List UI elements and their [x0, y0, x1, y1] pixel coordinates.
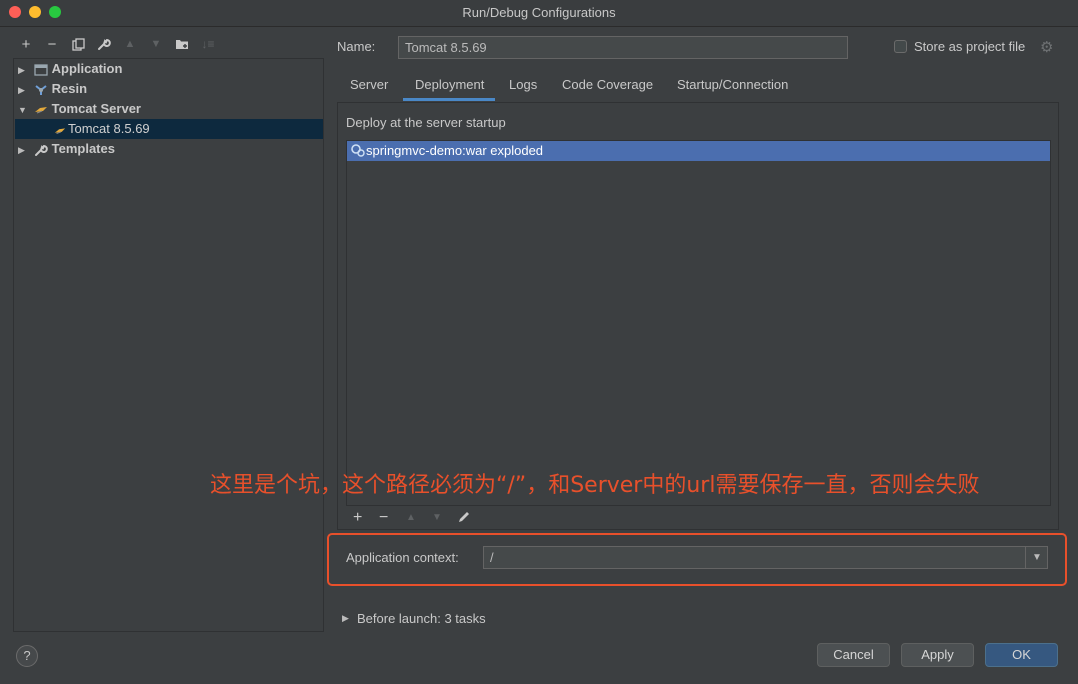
tree-item-templates[interactable]: ▶ Templates: [18, 139, 115, 159]
ok-button[interactable]: OK: [985, 643, 1058, 667]
new-folder-icon[interactable]: [173, 36, 191, 52]
name-label: Name:: [337, 39, 376, 54]
remove-icon[interactable]: −: [43, 36, 61, 53]
tab-logs[interactable]: Logs: [509, 76, 537, 101]
copy-icon[interactable]: [69, 36, 87, 52]
annotation-text: 这里是个坑，这个路径必须为“/”，和Server中的url需要保存一直，否则会失…: [210, 473, 980, 498]
tree-item-tomcat-8569[interactable]: Tomcat 8.5.69: [54, 119, 150, 139]
tab-code-coverage[interactable]: Code Coverage: [562, 76, 653, 101]
before-launch-label[interactable]: Before launch: 3 tasks: [357, 611, 486, 626]
gear-icon[interactable]: ⚙: [1040, 38, 1053, 56]
chevron-down-icon[interactable]: ▼: [1025, 547, 1048, 568]
move-down-icon[interactable]: ▼: [432, 512, 442, 523]
store-as-project-file-checkbox[interactable]: [894, 40, 907, 53]
window-title: Run/Debug Configurations: [462, 5, 616, 20]
apply-button[interactable]: Apply: [901, 643, 974, 667]
add-artifact-icon[interactable]: +: [353, 509, 362, 527]
edit-pencil-icon[interactable]: [457, 510, 471, 527]
tab-server[interactable]: Server: [350, 76, 388, 101]
deploy-item-label: springmvc-demo:war exploded: [366, 143, 544, 158]
application-icon: [33, 63, 48, 77]
move-down-icon[interactable]: ▼: [147, 36, 165, 52]
store-as-project-file-label[interactable]: Store as project file: [914, 39, 1025, 54]
help-button[interactable]: ?: [16, 645, 38, 667]
list-item[interactable]: springmvc-demo:war exploded: [347, 141, 1050, 161]
configuration-tree: ▶ Application ▶ Resin ▼ Tomcat Server To…: [13, 58, 324, 632]
name-input[interactable]: [398, 36, 848, 59]
collapsed-arrow-icon[interactable]: ▶: [18, 140, 30, 160]
tree-item-resin[interactable]: ▶ Resin: [18, 79, 87, 99]
tomcat-icon: [34, 103, 48, 117]
move-up-icon[interactable]: ▲: [121, 36, 139, 52]
title-bar: Run/Debug Configurations: [0, 0, 1078, 27]
application-context-label: Application context:: [346, 550, 459, 565]
tab-startup-connection[interactable]: Startup/Connection: [677, 76, 788, 101]
wrench-icon: [34, 143, 48, 157]
collapsed-arrow-icon[interactable]: ▶: [18, 60, 30, 80]
tree-item-application[interactable]: ▶ Application: [18, 59, 122, 79]
active-tab-indicator: [403, 98, 495, 101]
cancel-button[interactable]: Cancel: [817, 643, 890, 667]
tree-item-label: Tomcat Server: [51, 101, 141, 116]
tomcat-icon: [54, 123, 66, 137]
sort-icon[interactable]: ↓≡: [199, 36, 217, 52]
deploy-list[interactable]: [346, 140, 1051, 506]
collapsed-arrow-icon[interactable]: ▶: [18, 80, 30, 100]
tree-item-label: Templates: [51, 141, 115, 156]
expanded-arrow-icon[interactable]: ▼: [18, 100, 30, 120]
tree-item-label: Resin: [51, 81, 88, 96]
application-context-input[interactable]: [483, 546, 1048, 569]
wrench-icon[interactable]: [95, 36, 113, 52]
deploy-heading: Deploy at the server startup: [346, 115, 506, 130]
tree-item-label: Application: [51, 61, 123, 76]
move-up-icon[interactable]: ▲: [406, 512, 416, 523]
add-icon[interactable]: +: [17, 36, 35, 53]
tree-item-tomcat-server[interactable]: ▼ Tomcat Server: [18, 99, 141, 119]
resin-icon: [34, 83, 48, 97]
tree-item-label: Tomcat 8.5.69: [68, 121, 150, 136]
remove-artifact-icon[interactable]: −: [379, 509, 388, 527]
artifact-icon: [350, 142, 366, 158]
expand-arrow-icon[interactable]: ▶: [342, 613, 349, 624]
